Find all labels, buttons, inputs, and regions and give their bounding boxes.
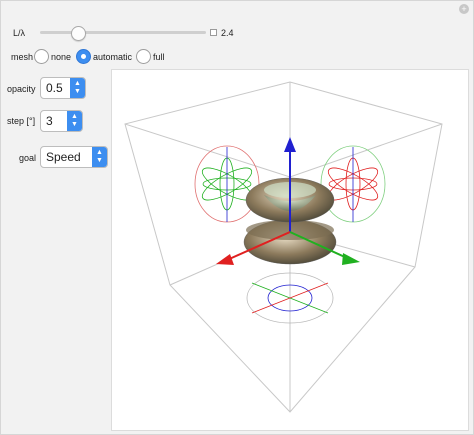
chevron-updown-icon: ▲ ▼ (67, 111, 82, 131)
chevron-updown-icon: ▲ ▼ (92, 147, 107, 167)
left-projection (194, 145, 260, 223)
length-value: 2.4 (221, 28, 234, 38)
length-label: L/λ (13, 28, 26, 38)
mesh-radio-automatic[interactable] (76, 49, 91, 64)
right-projection (320, 145, 386, 223)
step-select[interactable]: 3 ▲ ▼ (40, 110, 83, 132)
goal-value: Speed (46, 150, 81, 164)
length-slider-thumb[interactable] (71, 26, 87, 41)
mesh-option-full: full (153, 52, 165, 62)
mesh-option-automatic: automatic (93, 52, 133, 62)
goal-select[interactable]: Speed ▲ ▼ (40, 146, 108, 168)
slider-expand-icon[interactable] (210, 29, 217, 36)
step-label: step [°] (7, 116, 36, 126)
opacity-select[interactable]: 0.5 ▲ ▼ (40, 77, 86, 99)
mesh-radio-none[interactable] (34, 49, 49, 64)
mesh-radio-full[interactable] (136, 49, 151, 64)
opacity-label: opacity (7, 84, 36, 94)
radiation-pattern-graphic[interactable] (112, 70, 468, 430)
plus-icon[interactable]: + (459, 4, 469, 14)
mesh-label: mesh (11, 52, 34, 62)
plot-canvas[interactable] (111, 69, 469, 431)
step-value: 3 (46, 114, 53, 128)
opacity-value: 0.5 (46, 81, 63, 95)
mesh-option-none: none (51, 52, 72, 62)
manipulate-panel: + L/λ 2.4 mesh none automatic full opaci… (0, 0, 474, 435)
goal-label: goal (19, 153, 37, 163)
length-slider-track[interactable] (40, 31, 206, 34)
chevron-updown-icon: ▲ ▼ (70, 78, 85, 98)
